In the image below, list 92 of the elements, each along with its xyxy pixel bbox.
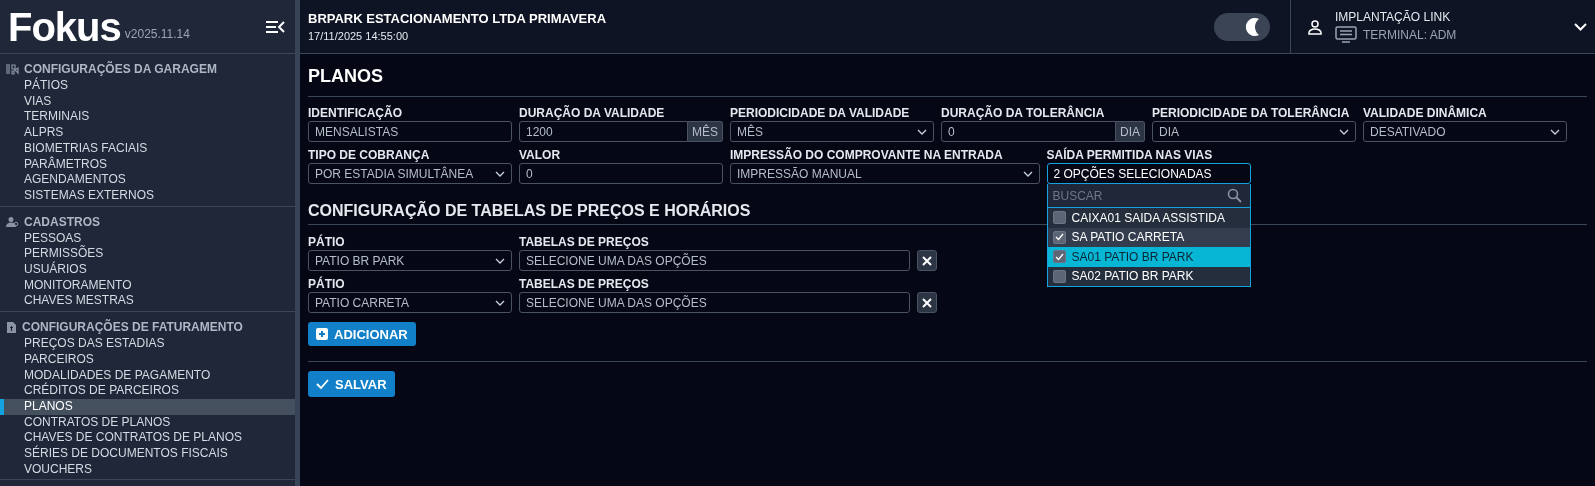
field-label: PERIODICIDADE DA TOLERÂNCIA [1152,106,1351,121]
unit-addon: MÊS [688,121,723,142]
field-label: IDENTIFICAÇÃO [308,106,403,121]
field-label: DURAÇÃO DA VALIDADE [519,106,666,121]
user-icon [1307,18,1323,35]
monitor-icon [1335,26,1357,43]
sidebar-item[interactable]: PLANOS [0,398,295,415]
dropdown-option[interactable]: CAIXA01 SAIDA ASSISTIDA [1047,208,1250,228]
date-time: 17/11/2025 14:55:00 [308,30,410,42]
chevron-down-icon [495,170,505,177]
sidebar-item[interactable]: BIOMETRIAS FACIAIS [0,140,295,157]
remove-button[interactable] [917,250,937,271]
search-icon [1226,188,1242,203]
theme-toggle[interactable] [1214,12,1270,41]
number-field[interactable]: 1200 [519,121,688,142]
field-label: TIPO DE COBRANÇA [308,148,431,163]
chevron-down-icon [495,299,505,306]
sidebar-item[interactable]: SÉRIES DE DOCUMENTOS FISCAIS [0,446,295,462]
user-name: IMPLANTAÇÃO LINK [1335,10,1452,24]
field-label: IMPRESSÃO DO COMPROVANTE NA ENTRADA [730,148,1004,163]
section-header: CONFIGURAÇÕES DA GARAGEM [24,62,217,76]
close-icon [922,297,932,308]
sidebar-item[interactable]: AGENDAMENTOS [0,172,295,188]
sidebar-item[interactable]: PREÇOS DAS ESTADIAS [0,336,295,352]
checkbox[interactable] [1052,230,1066,244]
sidebar-item[interactable]: CONTRATOS DE PLANOS [0,414,295,431]
chevron-down-icon [1550,128,1560,135]
field-label: VALOR [519,148,562,163]
chevron-down-icon [917,128,927,135]
remove-button[interactable] [917,292,937,313]
close-icon [922,255,932,266]
select-field[interactable]: PATIO CARRETA [308,292,512,313]
section-header: CONFIGURAÇÕES DE FATURAMENTO [22,320,243,335]
field-label: PÁTIO [308,235,346,250]
document-icon [6,320,17,334]
sidebar-item[interactable]: MODALIDADES DE PAGAMENTO [0,367,295,384]
section-header: CADASTROS [24,214,100,229]
garage-icon [6,63,19,75]
sidebar-item[interactable]: PARCEIROS [0,351,295,368]
field-label: TABELAS DE PREÇOS [519,277,650,292]
sidebar-item[interactable]: MONITORAMENTO [0,277,295,294]
sidebar-item[interactable]: PÁTIOS [0,78,295,94]
menu-collapse-icon[interactable] [265,19,285,34]
unit-addon: DIA [1116,121,1145,142]
multiselect-field[interactable]: 2 OPÇÕES SELECIONADAS [1046,163,1251,184]
text-field[interactable]: MENSALISTAS [308,121,512,142]
save-button[interactable]: SALVAR [308,371,395,397]
sidebar-item[interactable]: TERMINAIS [0,109,295,126]
dropdown-option[interactable]: SA01 PATIO BR PARK [1047,247,1250,267]
field-label: PERIODICIDADE DA VALIDADE [730,106,911,121]
select-field[interactable]: POR ESTADIA SIMULTÂNEA [308,163,512,184]
select-field[interactable]: DIA [1152,121,1356,142]
number-field[interactable]: 0 [941,121,1116,142]
sidebar-item[interactable]: VIAS [0,93,295,110]
sidebar-item[interactable]: CRÉDITOS DE PARCEIROS [0,383,295,399]
select-field[interactable]: PATIO BR PARK [308,250,512,271]
sidebar-item[interactable]: VOUCHERS [0,461,295,478]
select-field[interactable]: IMPRESSÃO MANUAL [730,163,1040,184]
sidebar-item[interactable]: PARÂMETROS [0,156,295,173]
plus-icon [316,328,328,340]
users-icon [6,215,19,228]
sidebar-item[interactable]: CHAVES MESTRAS [0,293,295,310]
field-label: SAÍDA PERMITIDA NAS VIAS [1046,148,1214,163]
select-field[interactable]: SELECIONE UMA DAS OPÇÕES [519,292,910,313]
chevron-down-icon [1022,170,1033,177]
sidebar-item[interactable]: USUÁRIOS [0,262,295,278]
check-icon [316,379,329,389]
checkbox[interactable] [1052,269,1066,283]
field-label: VALIDADE DINÂMICA [1363,106,1488,121]
sidebar-item[interactable]: ALPRS [0,125,295,141]
company-name: BRPARK ESTACIONAMENTO LTDA PRIMAVERA [308,11,608,26]
terminal-label: TERMINAL: ADM [1363,27,1457,42]
text-field[interactable]: 0 [519,163,723,184]
select-field[interactable]: MÊS [730,121,934,142]
version-label: v2025.11.14 [124,26,190,41]
dropdown-option[interactable]: SA PATIO CARRETA [1047,227,1250,247]
checkbox[interactable] [1052,211,1066,225]
field-label: PÁTIO [308,277,346,292]
add-button[interactable]: ADICIONAR [308,322,416,346]
checkbox[interactable] [1052,250,1066,264]
sidebar-item[interactable]: SISTEMAS EXTERNOS [0,187,295,204]
field-label: TABELAS DE PREÇOS [519,235,650,250]
chevron-down-icon [495,257,505,264]
select-field[interactable]: DESATIVADO [1363,121,1567,142]
chevron-down-icon[interactable] [1574,22,1587,31]
field-label: DURAÇÃO DA TOLERÂNCIA [941,106,1106,121]
sidebar-item[interactable]: PERMISSÕES [0,246,295,263]
select-field[interactable]: SELECIONE UMA DAS OPÇÕES [519,250,910,271]
page-title: PLANOS [308,66,1587,97]
dropdown-option[interactable]: SA02 PATIO BR PARK [1047,266,1250,286]
logo: Fokus [8,6,121,47]
chevron-down-icon [1339,128,1349,135]
